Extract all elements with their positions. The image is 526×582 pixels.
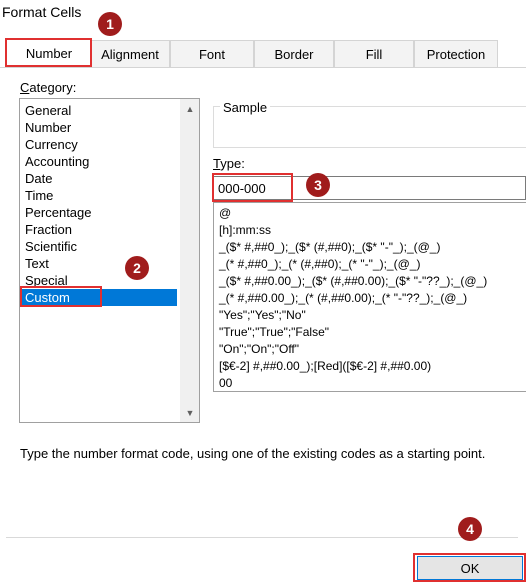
category-list[interactable]: General Number Currency Accounting Date …	[19, 98, 200, 423]
format-code-item[interactable]: _($* #,##0_);_($* (#,##0);_($* "-"_);_(@…	[219, 239, 440, 256]
category-item-fraction[interactable]: Fraction	[24, 221, 179, 238]
format-code-item[interactable]: "On";"On";"Off"	[219, 341, 299, 358]
annotation-highlight-ok	[413, 553, 526, 582]
step-badge-4: 4	[458, 517, 482, 541]
category-item-time[interactable]: Time	[24, 187, 179, 204]
step-badge-1: 1	[98, 12, 122, 36]
type-label: Type:	[213, 156, 245, 171]
format-hint-text: Type the number format code, using one o…	[20, 446, 486, 461]
dialog-title: Format Cells	[2, 4, 82, 20]
format-code-item[interactable]: [h]:mm:ss	[219, 222, 271, 239]
annotation-highlight-custom	[20, 286, 102, 307]
format-code-item[interactable]: "Yes";"Yes";"No"	[219, 307, 306, 324]
category-item-text[interactable]: Text	[24, 255, 179, 272]
tab-border[interactable]: Border	[254, 40, 334, 67]
tab-protection[interactable]: Protection	[414, 40, 498, 67]
category-scrollbar[interactable]: ▲ ▼	[180, 99, 199, 422]
category-item-scientific[interactable]: Scientific	[24, 238, 179, 255]
scroll-up-icon[interactable]: ▲	[181, 100, 199, 117]
scroll-down-icon[interactable]: ▼	[181, 404, 199, 421]
panel-divider	[6, 537, 518, 538]
format-code-item[interactable]: @	[219, 205, 231, 222]
annotation-highlight-type-input	[212, 173, 293, 202]
format-code-item[interactable]: _(* #,##0_);_(* (#,##0);_(* "-"_);_(@_)	[219, 256, 420, 273]
format-code-item[interactable]: _(* #,##0.00_);_(* (#,##0.00);_(* "-"??_…	[219, 290, 467, 307]
format-code-item[interactable]: [$€-2] #,##0.00_);[Red]([$€-2] #,##0.00)	[219, 358, 431, 375]
tab-font[interactable]: Font	[170, 40, 254, 67]
step-badge-3: 3	[306, 173, 330, 197]
category-item-general[interactable]: General	[24, 102, 179, 119]
format-code-list[interactable]: @ [h]:mm:ss _($* #,##0_);_($* (#,##0);_(…	[213, 202, 526, 392]
format-code-item[interactable]: 00	[219, 375, 232, 391]
category-item-currency[interactable]: Currency	[24, 136, 179, 153]
category-item-accounting[interactable]: Accounting	[24, 153, 179, 170]
format-code-item[interactable]: _($* #,##0.00_);_($* (#,##0.00);_($* "-"…	[219, 273, 487, 290]
category-item-number[interactable]: Number	[24, 119, 179, 136]
category-item-percentage[interactable]: Percentage	[24, 204, 179, 221]
category-label: Category:	[20, 80, 77, 95]
sample-label: Sample	[220, 100, 271, 115]
tab-fill[interactable]: Fill	[334, 40, 414, 67]
step-badge-2: 2	[125, 256, 149, 280]
tab-divider	[0, 67, 526, 68]
annotation-highlight-number-tab	[5, 38, 92, 67]
category-item-date[interactable]: Date	[24, 170, 179, 187]
tab-alignment[interactable]: Alignment	[90, 40, 170, 67]
format-code-item[interactable]: "True";"True";"False"	[219, 324, 329, 341]
